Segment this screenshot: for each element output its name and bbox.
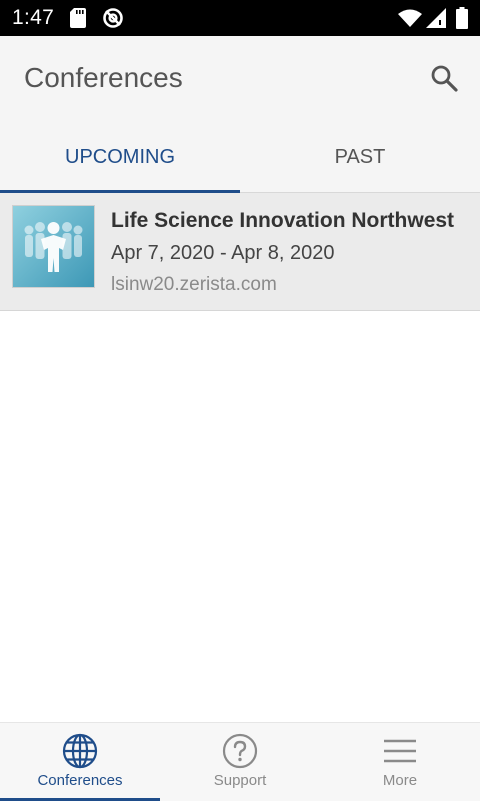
battery-icon [456, 7, 468, 34]
tab-upcoming-label: UPCOMING [65, 145, 175, 168]
bottom-navigation: Conferences Support More [0, 722, 480, 801]
menu-icon [382, 733, 418, 769]
nav-support-label: Support [213, 772, 267, 789]
signal-icon [426, 8, 446, 33]
no-sync-icon [102, 7, 124, 34]
nav-conferences-label: Conferences [37, 772, 123, 789]
conference-list-item[interactable]: Life Science Innovation Northwest Apr 7,… [0, 193, 480, 311]
help-circle-icon [222, 733, 258, 769]
tab-past-label: PAST [334, 145, 386, 168]
sd-card-icon [70, 8, 86, 33]
globe-icon [62, 733, 98, 769]
people-group-logo [12, 205, 95, 288]
app-bar: Conferences [0, 36, 480, 122]
status-time: 1:47 [12, 6, 55, 29]
conference-dates: Apr 7, 2020 - Apr 8, 2020 [111, 242, 335, 264]
search-icon [429, 63, 459, 98]
conference-name: Life Science Innovation Northwest [111, 209, 455, 232]
tab-upcoming[interactable]: UPCOMING [0, 122, 240, 193]
wifi-icon [398, 9, 422, 32]
search-button[interactable] [424, 60, 464, 100]
conference-url: lsinw20.zerista.com [111, 274, 277, 295]
nav-conferences[interactable]: Conferences [0, 723, 160, 801]
nav-support[interactable]: Support [160, 723, 320, 801]
nav-more[interactable]: More [320, 723, 480, 801]
tab-past[interactable]: PAST [240, 122, 480, 192]
nav-more-label: More [382, 772, 418, 789]
status-bar: 1:47 [0, 0, 480, 36]
tab-bar: UPCOMING PAST [0, 122, 480, 193]
page-title: Conferences [24, 62, 183, 93]
